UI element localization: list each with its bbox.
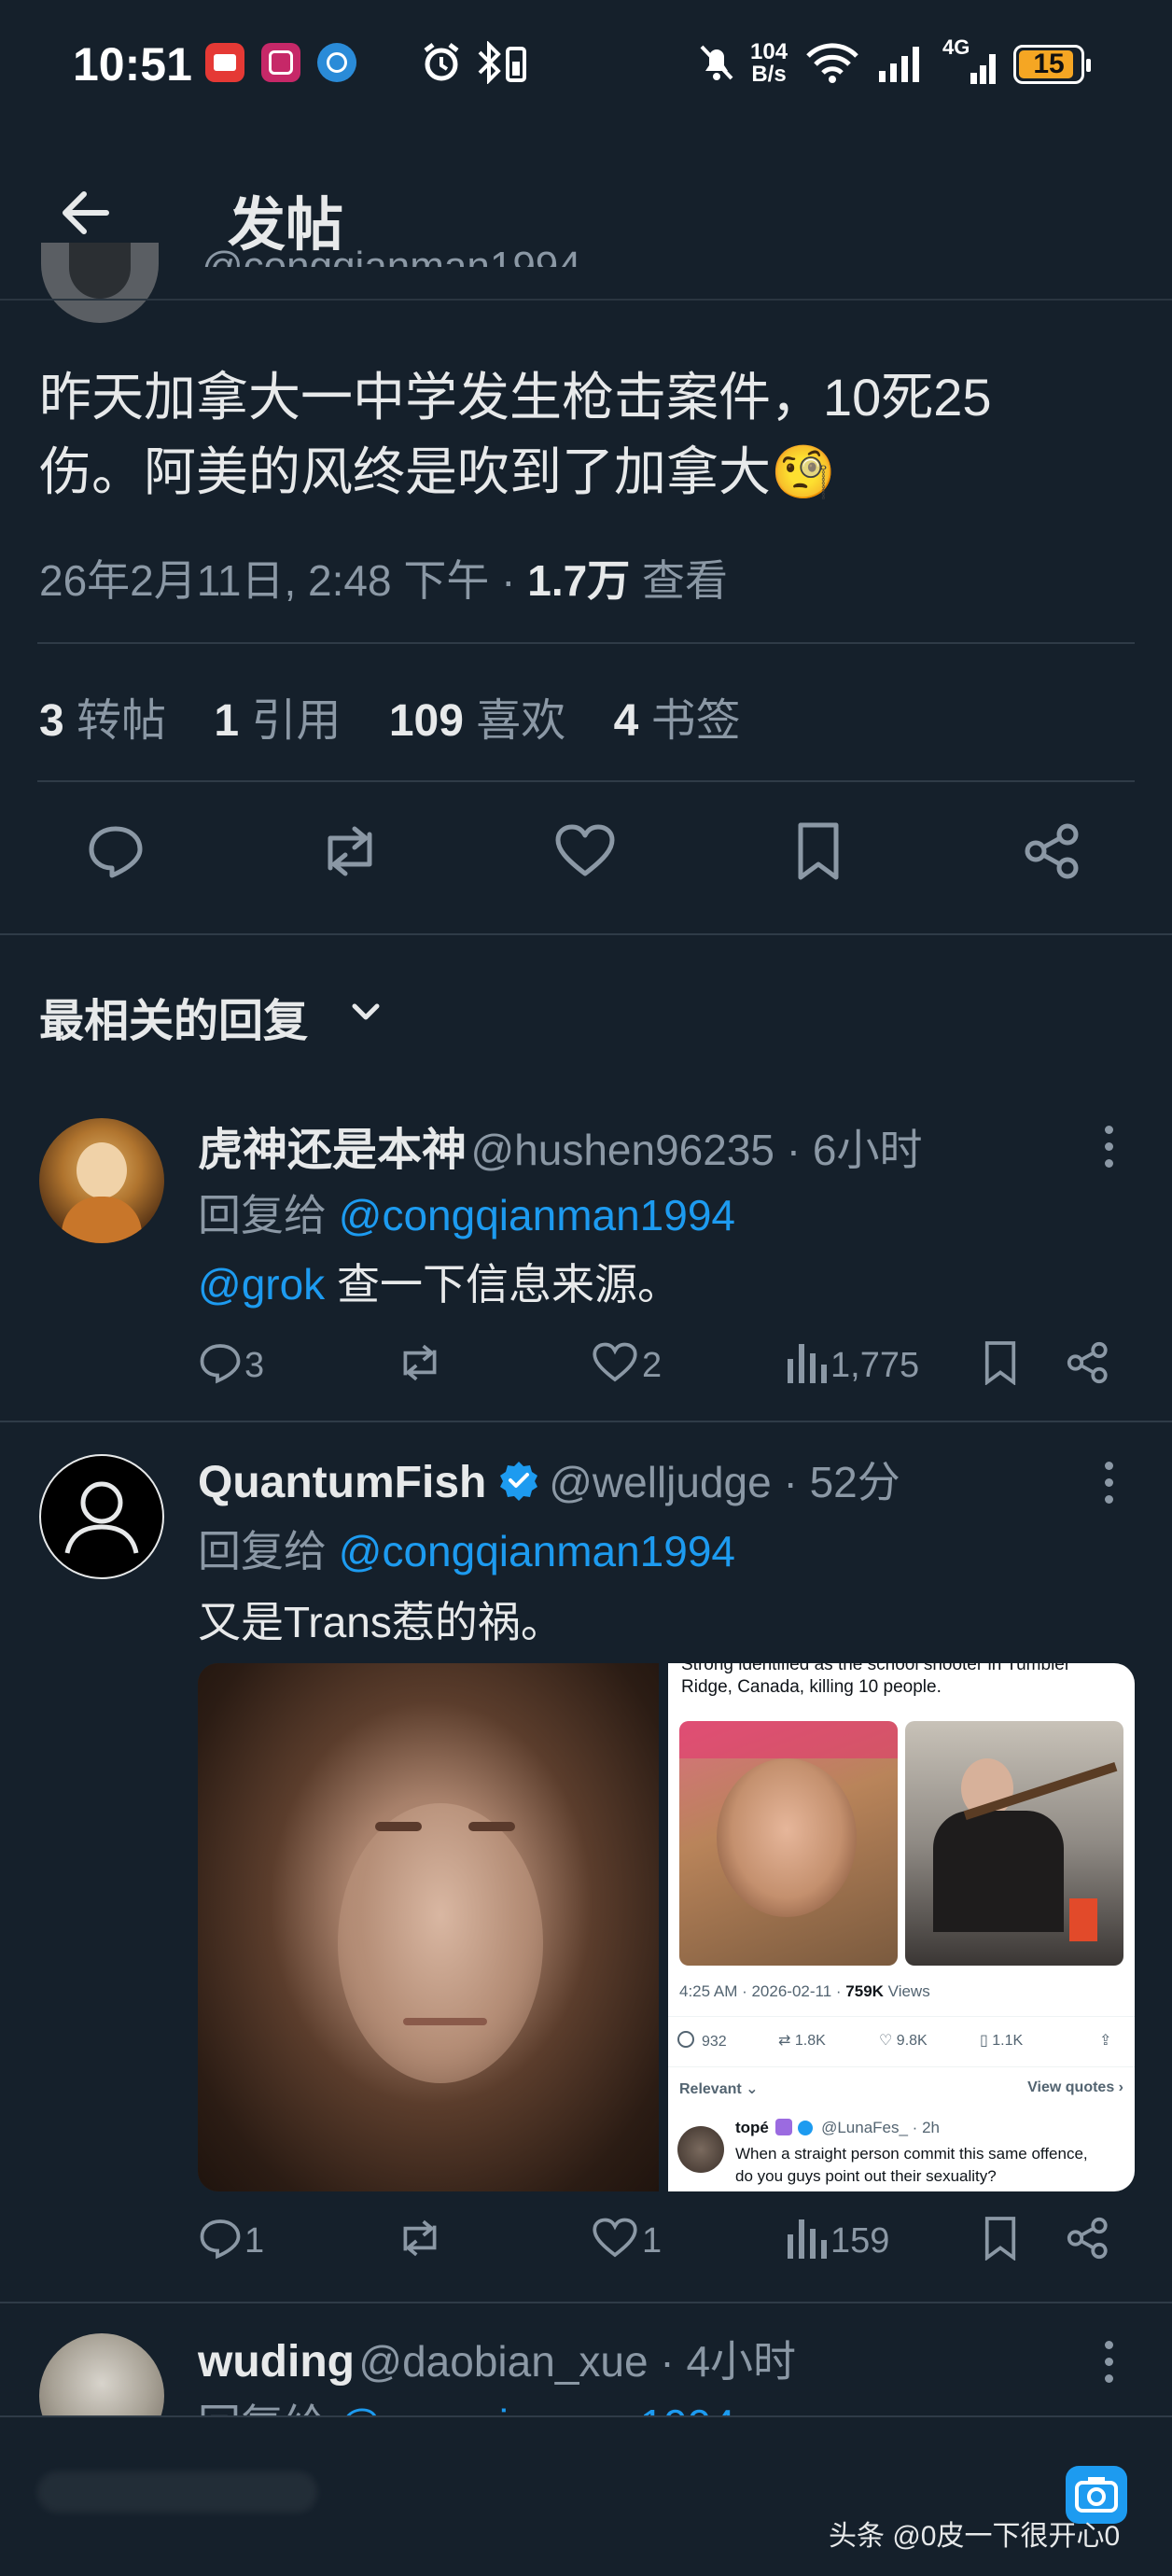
mute-icon xyxy=(696,41,737,84)
face-with-monocle-emoji: 🧐 xyxy=(771,442,836,501)
bookmark-icon[interactable] xyxy=(982,1340,1019,1385)
author-handle[interactable]: @congqianman1994 xyxy=(202,230,581,267)
embed-quote-text: When a straight person commit this same … xyxy=(735,2145,1088,2185)
reply-author-name[interactable]: QuantumFish xyxy=(198,1458,486,1507)
reply-handle-time[interactable]: @hushen96235 · 6小时 xyxy=(470,1126,922,1174)
embed-view-quotes: View quotes › xyxy=(1027,2079,1123,2095)
stat-likes[interactable]: 109 喜欢 xyxy=(389,696,565,746)
network-speed: 104 B/s xyxy=(750,39,788,87)
repost-icon[interactable] xyxy=(396,1340,444,1385)
reply-icon[interactable] xyxy=(198,2216,243,2261)
embed-photo-selfie xyxy=(679,1721,898,1966)
embed-bookmark-count: ▯ 1.1K xyxy=(980,2033,1024,2049)
chevron-down-icon[interactable] xyxy=(347,993,384,1030)
divider xyxy=(0,933,1172,935)
embed-photo-rifle xyxy=(905,1721,1123,1966)
reply-icon[interactable] xyxy=(86,821,146,881)
views-count: 1.7万 xyxy=(527,556,631,605)
browser-notification-icon xyxy=(317,43,356,82)
reply-icon[interactable] xyxy=(198,1340,243,1385)
signal-icon-2 xyxy=(950,49,1002,86)
reply-to-link[interactable]: @congqianman1994 xyxy=(339,1191,735,1239)
like-count: 2 xyxy=(642,1346,663,1385)
mention-link[interactable]: @grok xyxy=(198,1260,325,1309)
reply-header: 虎神还是本神 @hushen96235 · 6小时 xyxy=(198,1113,922,1178)
views-chart-icon[interactable] xyxy=(786,2216,827,2261)
divider xyxy=(0,2302,1172,2303)
embed-relevant: Relevant ⌄ xyxy=(679,2081,759,2097)
replies-sort-label[interactable]: 最相关的回复 xyxy=(39,984,308,1049)
like-heart-icon[interactable] xyxy=(592,1340,638,1385)
reply-composer-blurred[interactable] xyxy=(37,2471,317,2513)
default-avatar-icon[interactable] xyxy=(39,1454,164,1579)
bookmark-icon[interactable] xyxy=(795,821,842,881)
reply-header: wuding @daobian_xue · 4小时 xyxy=(198,2328,796,2389)
embed-action-row: 932 ⇄ 1.8K ♡ 9.8K ▯ 1.1K ⇪ xyxy=(677,2031,1125,2055)
repost-icon[interactable] xyxy=(317,821,383,881)
author-avatar[interactable] xyxy=(41,243,159,323)
embed-share-icon: ⇪ xyxy=(1099,2033,1112,2049)
views-chart-icon[interactable] xyxy=(786,1340,827,1385)
post-timestamp: 26年2月11日, 2:48 下午 · 1.7万 查看 xyxy=(39,556,728,605)
like-heart-icon[interactable] xyxy=(592,2216,638,2261)
embed-top-text: Strong identified as the school shooter … xyxy=(681,1663,1071,1697)
reply-avatar[interactable] xyxy=(39,1118,164,1243)
reply-to-link[interactable]: @congqianman1994 xyxy=(339,1527,735,1575)
embed-like-count: ♡ 9.8K xyxy=(879,2033,928,2049)
share-icon[interactable] xyxy=(1066,1340,1110,1385)
reply-handle-time[interactable]: @welljudge · 52分 xyxy=(549,1458,900,1506)
comment-count: 3 xyxy=(244,1346,265,1385)
status-time: 10:51 xyxy=(73,38,192,91)
media-embedded-tweet[interactable]: Strong identified as the school shooter … xyxy=(668,1663,1135,2191)
verified-badge-icon xyxy=(498,1460,539,1501)
divider xyxy=(0,1421,1172,1422)
bookmark-icon[interactable] xyxy=(982,2216,1019,2261)
battery-icon: 15 xyxy=(1013,45,1091,84)
reply-author-name[interactable]: wuding xyxy=(198,2337,355,2387)
post-text: 昨天加拿大一中学发生枪击案件，10死25 伤。阿美的风终是吹到了加拿大🧐 xyxy=(39,368,992,501)
back-arrow-icon[interactable] xyxy=(58,185,114,241)
share-icon[interactable] xyxy=(1023,821,1082,881)
repost-icon[interactable] xyxy=(396,2216,444,2261)
post-stats: 3 转帖 1 引用 109 喜欢 4 书签 xyxy=(39,683,741,749)
more-options-icon[interactable] xyxy=(1105,1126,1114,1176)
embed-quote-avatar xyxy=(677,2126,724,2173)
reply-to-line: 回复给 @congqianman1994 xyxy=(198,1191,736,1239)
comment-count: 1 xyxy=(244,2221,265,2261)
more-options-icon[interactable] xyxy=(1105,1462,1114,1512)
embed-meta: 4:25 AM · 2026-02-11 · 759K Views xyxy=(679,1982,930,2000)
view-count: 1,775 xyxy=(830,1346,920,1385)
reply-to-line: 回复给 @congqianman1994 xyxy=(198,1527,736,1575)
app-notification-icon xyxy=(205,43,244,82)
like-count: 1 xyxy=(642,2221,663,2261)
reply-handle-time[interactable]: @daobian_xue · 4小时 xyxy=(358,2337,796,2386)
header-divider xyxy=(0,299,1172,301)
stat-reposts[interactable]: 3 转帖 xyxy=(39,696,166,746)
divider xyxy=(37,642,1135,644)
reply-text: 又是Trans惹的祸。 xyxy=(198,1598,564,1646)
reply-header: QuantumFish @welljudge · 52分 xyxy=(198,1449,900,1510)
bluetooth-battery-icon xyxy=(474,41,534,84)
reply-text: @grok 查一下信息来源。 xyxy=(198,1260,680,1309)
embed-retweet-count: ⇄ 1.8K xyxy=(778,2033,826,2049)
embed-reply-count: 932 xyxy=(677,2031,727,2051)
divider xyxy=(37,780,1135,782)
signal-icon xyxy=(877,43,929,84)
alarm-icon xyxy=(420,41,463,84)
view-count: 159 xyxy=(830,2221,890,2261)
watermark: 头条 @0皮一下很开心0 xyxy=(829,2521,1121,2552)
more-options-icon[interactable] xyxy=(1105,2341,1114,2391)
like-heart-icon[interactable] xyxy=(554,821,616,881)
stat-quotes[interactable]: 1 引用 xyxy=(214,696,341,746)
media-image-portrait[interactable] xyxy=(198,1663,659,2191)
app-notification-icon xyxy=(261,43,300,82)
stat-bookmarks[interactable]: 4 书签 xyxy=(614,696,741,746)
reply-author-name[interactable]: 虎神还是本神 xyxy=(198,1126,467,1175)
embed-quote-header: topé @LunaFes_ · 2h xyxy=(735,2119,940,2136)
share-icon[interactable] xyxy=(1066,2216,1110,2261)
wifi-icon xyxy=(804,41,860,84)
